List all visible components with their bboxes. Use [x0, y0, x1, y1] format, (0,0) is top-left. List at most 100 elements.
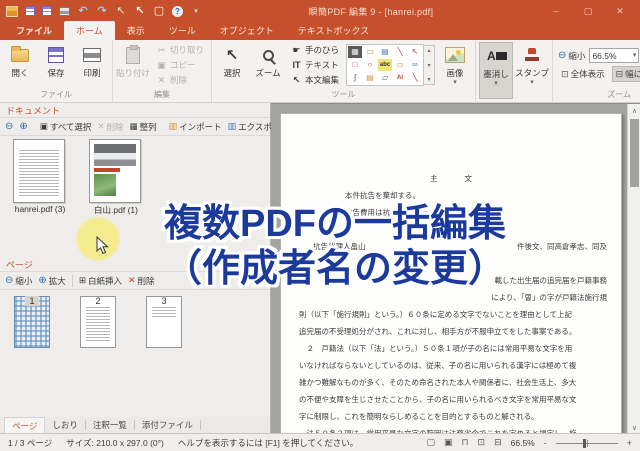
print-icon[interactable]	[59, 6, 70, 16]
image-button[interactable]: 画像 ▾	[438, 42, 472, 88]
save-button[interactable]: 保存	[39, 42, 73, 88]
save-as-icon[interactable]	[42, 6, 52, 16]
save-icon[interactable]	[25, 6, 35, 16]
palette-dropdown-icon[interactable]: ▾	[428, 62, 431, 69]
undo-icon[interactable]: ↶	[77, 5, 89, 17]
tab-view[interactable]: 表示	[115, 21, 157, 40]
fit-width-icon[interactable]: ⊟	[494, 437, 502, 448]
fit-width-icon: ⊟	[615, 68, 624, 79]
attach-tool-icon[interactable]: ʃ	[348, 72, 362, 84]
fit-page-button[interactable]: ⊡ 全体表示	[558, 67, 608, 81]
tab-home[interactable]: ホーム	[64, 21, 115, 40]
note-tool-icon[interactable]: ▤	[363, 72, 377, 84]
rect-tool-icon[interactable]: □	[348, 59, 362, 71]
ribbon-group-edit: 貼り付け ✂ 切り取り ▣ コピー ✕ 削除 編集	[113, 40, 213, 102]
ellipse-tool-icon[interactable]: ○	[363, 59, 377, 71]
window-title: 瞬簡PDF 編集 9 - [hanrei.pdf]	[308, 6, 434, 17]
zoom-out-button[interactable]: ⊖ 縮小	[558, 50, 585, 62]
zoom-tool-button[interactable]: ズーム	[251, 42, 285, 88]
stamp-dropdown-icon[interactable]: ▾	[530, 79, 534, 86]
image-tool-icon[interactable]: ▦	[348, 46, 363, 58]
tab-bookmarks[interactable]: しおり	[45, 417, 85, 433]
status-bar: 1 / 3 ページ サイズ: 210.0 x 297.0 (0°) ヘルプを表示…	[0, 433, 640, 451]
redo-icon[interactable]: ↷	[96, 5, 108, 17]
vertical-scrollbar[interactable]: ∧ ∨	[627, 104, 640, 433]
fit-width-button[interactable]: ⊟幅に合わせる	[611, 66, 640, 82]
scroll-up-icon[interactable]: ∧	[628, 104, 640, 117]
hand-tool-button[interactable]: ☛ 手のひら	[289, 43, 341, 57]
page-number-1: 1	[14, 296, 50, 306]
doc-zoom-in-button[interactable]: ⊕	[19, 121, 27, 132]
comment-tool-icon[interactable]: ▭	[363, 46, 377, 58]
pages-zoom-in-button[interactable]: ⊕ 拡大	[38, 275, 65, 287]
arrow-tool-icon[interactable]: ↖	[408, 46, 422, 58]
tab-object[interactable]: オブジェクト	[208, 21, 286, 40]
single-page-view-icon[interactable]: ▢	[426, 437, 435, 448]
link-tool-icon[interactable]: ∞	[408, 59, 422, 71]
zoom-combo-caret-icon[interactable]: ▾	[633, 52, 637, 59]
tab-file[interactable]: ファイル	[4, 21, 64, 40]
doc-zoom-in-icon: ⊕	[19, 121, 28, 132]
copy-button[interactable]: ▣ コピー	[154, 58, 206, 72]
ai-text-tool-icon[interactable]: AI	[393, 72, 407, 84]
zoom-slider-handle[interactable]	[583, 438, 586, 448]
redact-button[interactable]: A 墨消し ▾	[479, 42, 514, 99]
tab-tools[interactable]: ツール	[157, 21, 208, 40]
select-all-button[interactable]: ▣ すべて選択	[40, 121, 92, 133]
palette-scroll-up-icon[interactable]: ▴	[428, 47, 431, 54]
caption-line2: （作成者名の変更）	[163, 248, 506, 290]
new-page-icon[interactable]: ▢	[153, 5, 165, 17]
balloon-tool-icon[interactable]: ▭	[393, 59, 407, 71]
scrollbar-thumb[interactable]	[630, 119, 639, 187]
line-tool-icon[interactable]: ╲	[408, 72, 422, 84]
document-thumbnail-hanrei[interactable]	[13, 139, 65, 203]
photo-caption-bar	[94, 168, 120, 172]
text-note-tool-icon[interactable]: ▤	[378, 46, 392, 58]
document-label-hanrei[interactable]: hanrei.pdf (3)	[2, 204, 78, 214]
tab-pages[interactable]: ページ	[4, 416, 46, 434]
zoom-slider-minus[interactable]: -	[544, 438, 547, 448]
redact-dropdown-icon[interactable]: ▾	[494, 80, 498, 87]
open-button[interactable]: 開く	[3, 42, 37, 88]
import-button[interactable]: ▥ インポート	[169, 121, 222, 133]
doc-zoom-out-button[interactable]: ⊖	[5, 121, 13, 132]
close-button[interactable]: ✕	[604, 1, 636, 21]
facing-page-view-icon[interactable]: ▣	[444, 437, 453, 448]
body-edit-button[interactable]: ↖ 本文編集	[289, 73, 341, 87]
print-button[interactable]: 印刷	[75, 42, 109, 88]
fit-height-icon[interactable]: ⊓	[462, 437, 469, 448]
pen-tool-icon[interactable]: ╲	[393, 46, 407, 58]
palette-scroll-down-icon[interactable]: ▾	[428, 76, 431, 83]
scroll-down-icon[interactable]: ∨	[628, 421, 640, 433]
zoom-slider[interactable]	[555, 438, 618, 448]
delete-button[interactable]: ✕ 削除	[154, 73, 206, 87]
select-button[interactable]: ↖ 選択	[215, 42, 249, 88]
help-icon[interactable]: ?	[172, 5, 183, 17]
tab-textbox[interactable]: テキストボックス	[286, 21, 381, 40]
page-indicator: 1 / 3 ページ	[8, 437, 53, 448]
select-object-icon[interactable]: ↖	[115, 5, 127, 17]
document-thumbnail-hakusan[interactable]	[89, 139, 141, 203]
callout-tool-icon[interactable]: ▱	[378, 72, 392, 84]
zoom-level-combobox[interactable]: 66.5% ▾	[589, 48, 640, 63]
zoom-slider-plus[interactable]: +	[627, 438, 632, 448]
highlight-tool-icon[interactable]: abc	[378, 59, 393, 71]
tab-annotations[interactable]: 注釈一覧	[86, 417, 134, 433]
pages-list: 1 2 3	[0, 290, 270, 415]
cursor-icon[interactable]: ↖	[134, 5, 146, 17]
tab-attachments[interactable]: 添付ファイル	[135, 417, 200, 433]
text-tool-button[interactable]: IT テキスト	[289, 58, 341, 72]
minimize-button[interactable]: –	[540, 1, 572, 21]
fit-page-icon[interactable]: ⊡	[478, 437, 486, 448]
export-icon: ▥	[227, 121, 237, 131]
copy-icon: ▣	[157, 59, 166, 70]
cut-button[interactable]: ✂ 切り取り	[154, 43, 206, 57]
image-dropdown-icon[interactable]: ▾	[453, 79, 457, 86]
doc-delete-button[interactable]: ✕ 削除	[97, 121, 123, 133]
paste-button[interactable]: 貼り付け	[116, 42, 150, 88]
arrange-button[interactable]: ▦ 整列	[130, 121, 157, 133]
pages-zoom-out-button[interactable]: ⊖ 縮小	[5, 275, 32, 287]
maximize-button[interactable]: ▢	[572, 1, 604, 21]
stamp-button[interactable]: スタンプ ▾	[515, 42, 549, 99]
qa-dropdown-icon[interactable]: ▾	[190, 5, 202, 17]
